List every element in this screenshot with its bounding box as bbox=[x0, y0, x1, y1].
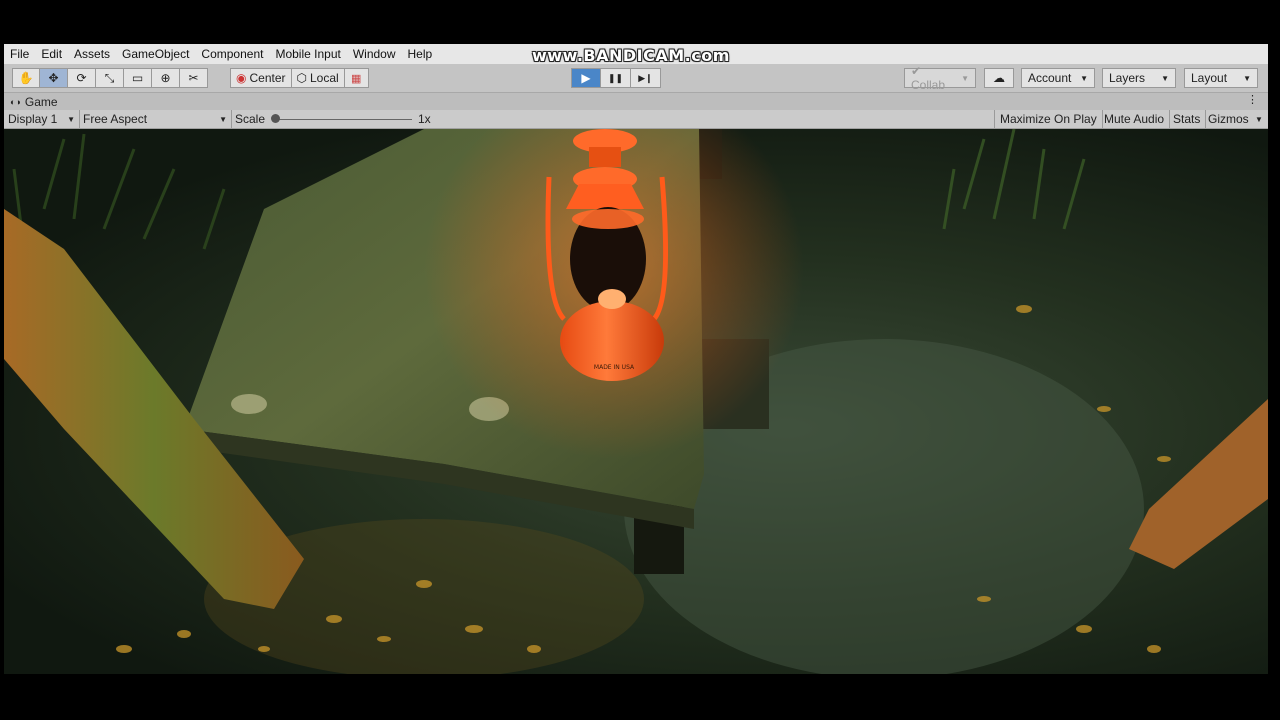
aspect-dropdown[interactable]: Free Aspect ▼ bbox=[80, 110, 232, 128]
scale-label: Scale bbox=[235, 112, 266, 126]
leaf-decal bbox=[231, 394, 267, 414]
tab-game[interactable]: ◐◑ Game bbox=[4, 95, 58, 109]
collab-label: Collab bbox=[911, 78, 946, 92]
menu-help[interactable]: Help bbox=[402, 47, 439, 61]
transform-tools: ✋ ✥ ⟳ ⤡ ▭ ⊕ ✂ bbox=[12, 68, 208, 88]
account-label: Account bbox=[1028, 71, 1072, 85]
collab-dropdown[interactable]: ✔ Collab ▼ bbox=[904, 64, 976, 92]
rotate-tool-icon[interactable]: ⟳ bbox=[68, 68, 96, 88]
unity-editor-window: File Edit Assets GameObject Component Mo… bbox=[4, 44, 1268, 674]
pivot-local-button[interactable]: ⬡ Local bbox=[291, 68, 345, 88]
cloud-icon: ☁ bbox=[993, 71, 1005, 85]
chevron-down-icon: ▼ bbox=[961, 73, 969, 83]
custom-tool-icon[interactable]: ✂ bbox=[180, 68, 208, 88]
menu-mobile-input[interactable]: Mobile Input bbox=[269, 47, 346, 61]
move-tool-icon[interactable]: ✥ bbox=[40, 68, 68, 88]
scale-slider-knob[interactable] bbox=[271, 114, 280, 123]
chevron-down-icon: ▼ bbox=[1161, 73, 1169, 83]
scale-slider-track[interactable] bbox=[274, 119, 412, 120]
game-viewport[interactable]: MADE IN USA bbox=[4, 129, 1268, 674]
grass-left bbox=[12, 133, 226, 250]
game-view-toolbar: Display 1 ▼ Free Aspect ▼ Scale 1x Maxim… bbox=[4, 110, 1268, 129]
log-right bbox=[1129, 399, 1268, 569]
hand-tool-icon[interactable]: ✋ bbox=[12, 68, 40, 88]
cloud-button[interactable]: ☁ bbox=[984, 68, 1014, 88]
game-tab-bar: ◐◑ Game ⋮ bbox=[4, 93, 1268, 110]
pivot-label: Center bbox=[249, 71, 286, 85]
scale-value: 1x bbox=[418, 112, 431, 126]
menu-component[interactable]: Component bbox=[195, 47, 269, 61]
menu-assets[interactable]: Assets bbox=[68, 47, 116, 61]
play-button[interactable]: ▶ bbox=[571, 68, 601, 88]
chevron-down-icon: ▼ bbox=[67, 114, 75, 124]
display-dropdown[interactable]: Display 1 ▼ bbox=[4, 110, 80, 128]
menu-edit[interactable]: Edit bbox=[35, 47, 68, 61]
window-scrollbar[interactable] bbox=[1272, 44, 1280, 674]
layers-label: Layers bbox=[1109, 71, 1146, 85]
maximize-on-play-toggle[interactable]: Maximize On Play bbox=[994, 110, 1103, 128]
step-button[interactable]: ▶❙ bbox=[631, 68, 661, 88]
local-label: Local bbox=[310, 71, 339, 85]
grid-snap-icon[interactable]: ▦ bbox=[344, 68, 369, 88]
tab-game-label: Game bbox=[24, 94, 58, 109]
transform-tool-icon[interactable]: ⊕ bbox=[152, 68, 180, 88]
layers-dropdown[interactable]: Layers ▼ bbox=[1102, 68, 1176, 88]
stats-toggle[interactable]: Stats bbox=[1168, 110, 1207, 128]
mute-audio-toggle[interactable]: Mute Audio bbox=[1099, 110, 1171, 128]
aspect-label: Free Aspect bbox=[83, 112, 148, 126]
chevron-down-icon[interactable]: ▼ bbox=[1255, 110, 1263, 128]
gizmos-toggle[interactable]: Gizmos bbox=[1205, 110, 1252, 128]
scene-render: MADE IN USA bbox=[4, 129, 1268, 674]
layout-dropdown[interactable]: Layout ▼ bbox=[1184, 68, 1258, 88]
rect-tool-icon[interactable]: ▭ bbox=[124, 68, 152, 88]
menu-file[interactable]: File bbox=[4, 47, 35, 61]
chevron-down-icon: ▼ bbox=[1080, 73, 1088, 83]
playmode-controls: ▶ ❚❚ ▶❙ bbox=[571, 68, 661, 88]
chevron-down-icon: ▼ bbox=[1243, 73, 1251, 83]
menu-window[interactable]: Window bbox=[347, 47, 402, 61]
scale-tool-icon[interactable]: ⤡ bbox=[96, 68, 124, 88]
recorder-watermark: www.BANDICAM.com bbox=[532, 46, 730, 65]
menu-gameobject[interactable]: GameObject bbox=[116, 47, 195, 61]
main-toolbar: ✋ ✥ ⟳ ⤡ ▭ ⊕ ✂ ◉ Center ⬡ Local ▦ ▶ ❚❚ ▶❙ bbox=[4, 64, 1268, 93]
pivot-icon: ◉ bbox=[236, 71, 247, 85]
account-dropdown[interactable]: Account ▼ bbox=[1021, 68, 1095, 88]
gamepad-icon: ◐◑ bbox=[10, 96, 21, 107]
chevron-down-icon: ▼ bbox=[219, 114, 227, 124]
layout-label: Layout bbox=[1191, 71, 1228, 85]
lantern-label: MADE IN USA bbox=[594, 364, 635, 371]
local-icon: ⬡ bbox=[296, 71, 307, 85]
check-icon: ✔ bbox=[911, 64, 922, 78]
kebab-menu-icon[interactable]: ⋮ bbox=[1247, 93, 1258, 106]
pause-button[interactable]: ❚❚ bbox=[601, 68, 631, 88]
grass-right bbox=[942, 129, 1086, 230]
display-label: Display 1 bbox=[8, 112, 58, 126]
pivot-center-button[interactable]: ◉ Center bbox=[230, 68, 292, 88]
pivot-toggles: ◉ Center ⬡ Local ▦ bbox=[230, 68, 369, 88]
